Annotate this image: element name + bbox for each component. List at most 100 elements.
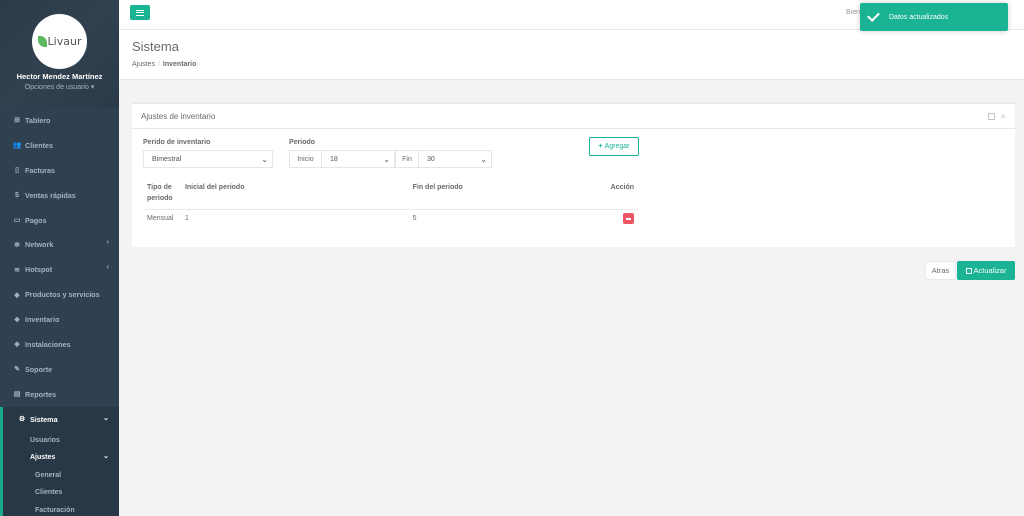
tools-icon: ✎ <box>14 366 20 374</box>
sidebar-subitem-clientes[interactable]: Clientes <box>3 484 119 502</box>
sidebar-item-productos[interactable]: ◆ Productos y servicios <box>0 282 119 307</box>
sidebar: Livaur Hector Mendez Martínez Opciones d… <box>0 0 119 516</box>
cubes-icon: ❖ <box>13 316 21 324</box>
file-icon: ▯ <box>15 167 19 175</box>
end-select[interactable]: 30 ⌄ <box>418 150 492 168</box>
sidebar-subitem-ajustes[interactable]: Ajustes ⌄ <box>3 449 119 467</box>
sidebar-item-network[interactable]: ✻ Network ‹ <box>0 232 119 257</box>
menu-toggle-button[interactable] <box>130 5 150 20</box>
page-heading: Sistema Ajustes / Inventario <box>119 30 1024 80</box>
period-type-label: Perido de inventario <box>143 139 211 146</box>
sidebar-item-label: Inventario <box>25 315 60 325</box>
sidebar-item-label: Instalaciones <box>25 339 71 349</box>
breadcrumb-separator: / <box>157 61 160 68</box>
chevron-down-icon: ⌄ <box>261 155 268 164</box>
add-button-label: Agregar <box>604 143 630 150</box>
start-select[interactable]: 18 ⌄ <box>321 150 395 168</box>
hamburger-icon <box>136 9 144 16</box>
sidebar-item-label: Soporte <box>25 364 53 374</box>
periods-table: Tipo de periodo Inicial del periodo Fin … <box>143 182 638 228</box>
sidebar-item-pagos[interactable]: ▭ Pagos <box>0 208 119 233</box>
column-header: Acción <box>606 182 638 210</box>
book-icon: ▤ <box>13 391 21 399</box>
start-value: 18 <box>330 155 338 163</box>
welcome-text: Bien <box>846 9 861 16</box>
sidebar-item-soporte[interactable]: ✎ Soporte <box>0 357 119 382</box>
sidebar-item-facturas[interactable]: ▯ Facturas <box>0 158 119 183</box>
sidebar-item-label: Tablero <box>25 115 51 125</box>
column-header: Fin del periodo <box>408 182 607 210</box>
breadcrumb-current: Inventario <box>162 61 197 68</box>
dashboard-icon: ⊞ <box>14 117 20 125</box>
plus-icon: + <box>598 143 603 150</box>
cell-inicio: 1 <box>184 215 189 223</box>
toast-message: Datos actualizados <box>889 13 949 21</box>
sidebar-item-reportes[interactable]: ▤ Reportes <box>0 382 119 407</box>
save-icon[interactable] <box>988 113 996 120</box>
period-type-select[interactable]: Bimestral ⌄ <box>143 150 273 168</box>
back-button[interactable]: Atras <box>925 261 956 280</box>
leaf-icon <box>37 36 47 47</box>
user-options-dropdown[interactable]: Opciones de usuario ▾ <box>0 83 119 91</box>
inventory-settings-panel: Ajustes de inventario ✕ Perido de invent… <box>132 102 1015 247</box>
cell-tipo: Mensual <box>147 215 174 223</box>
sidebar-item-hotspot[interactable]: ≋ Hotspot ‹ <box>0 257 119 282</box>
page-title: Sistema <box>132 39 179 54</box>
success-toast[interactable]: Datos actualizados <box>860 3 1008 31</box>
sidebar-item-label: Clientes <box>25 140 53 150</box>
wrench-icon: ◈ <box>14 341 20 349</box>
panel-tools: ✕ <box>988 113 1006 121</box>
avatar[interactable]: Livaur <box>32 14 87 69</box>
sidebar-subitem-usuarios[interactable]: Usuarios <box>3 432 119 450</box>
sidebar-subitem-general[interactable]: General <box>3 467 119 485</box>
user-name: Hector Mendez Martínez <box>16 72 103 81</box>
chevron-left-icon: ‹ <box>106 264 109 272</box>
breadcrumb: Ajustes / Inventario <box>132 61 196 68</box>
panel-header: Ajustes de inventario ✕ <box>132 104 1015 129</box>
chevron-down-icon: ⌄ <box>480 155 487 164</box>
company-logo: Livaur <box>37 35 81 48</box>
sidebar-item-label: Sistema <box>30 414 58 424</box>
sidebar-item-clientes[interactable]: 👥 Clientes <box>0 133 119 158</box>
sidebar-item-label: Network <box>25 240 54 250</box>
chevron-down-icon: ⌄ <box>103 414 109 422</box>
sidebar-subitem-label: Ajustes <box>30 454 56 462</box>
period-type-value: Bimestral <box>152 155 182 163</box>
check-icon <box>866 10 880 24</box>
chevron-down-icon: ⌄ <box>383 155 390 164</box>
sidebar-item-inventario[interactable]: ❖ Inventario <box>0 307 119 332</box>
column-header: Tipo de periodo <box>143 182 181 210</box>
network-icon: ✻ <box>14 241 20 249</box>
chevron-left-icon: ‹ <box>106 239 109 247</box>
update-button-label: Actualizar <box>973 266 1007 275</box>
sidebar-item-instalaciones[interactable]: ◈ Instalaciones <box>0 332 119 357</box>
cell-accion <box>607 209 638 228</box>
money-icon: ▭ <box>13 217 21 224</box>
close-icon[interactable]: ✕ <box>1000 113 1006 121</box>
sidebar-item-label: Pagos <box>25 215 47 225</box>
add-period-button[interactable]: + Agregar <box>589 137 639 156</box>
gears-icon: ⚙ <box>18 416 26 424</box>
sidebar-nav: ⊞ Tablero 👥 Clientes ▯ Facturas $ Ventas… <box>0 108 119 432</box>
dollar-icon: $ <box>15 191 19 199</box>
sidebar-item-label: Ventas rápidas <box>25 190 76 200</box>
sidebar-item-label: Reportes <box>25 389 57 399</box>
end-value: 30 <box>427 155 435 163</box>
sidebar-item-tablero[interactable]: ⊞ Tablero <box>0 108 119 133</box>
sidebar-item-ventas-rapidas[interactable]: $ Ventas rápidas <box>0 183 119 208</box>
sidebar-item-label: Hotspot <box>25 265 53 275</box>
start-addon: Inicio <box>289 150 322 168</box>
breadcrumb-link-ajustes[interactable]: Ajustes <box>132 61 155 68</box>
users-icon: 👥 <box>12 142 22 150</box>
sidebar-item-label: Facturas <box>25 165 55 175</box>
delete-row-button[interactable] <box>623 213 634 225</box>
update-button[interactable]: Actualizar <box>957 261 1015 280</box>
tag-icon: ◆ <box>14 291 20 299</box>
sidebar-item-sistema[interactable]: ⚙ Sistema ⌄ <box>0 406 119 432</box>
panel-title: Ajustes de inventario <box>141 112 216 121</box>
table-row: Mensual 1 5 <box>143 209 638 228</box>
save-icon <box>965 267 972 274</box>
column-header: Inicial del periodo <box>180 182 409 210</box>
sidebar-subitem-facturacion[interactable]: Facturación <box>3 502 119 516</box>
cell-fin: 5 <box>412 215 417 223</box>
